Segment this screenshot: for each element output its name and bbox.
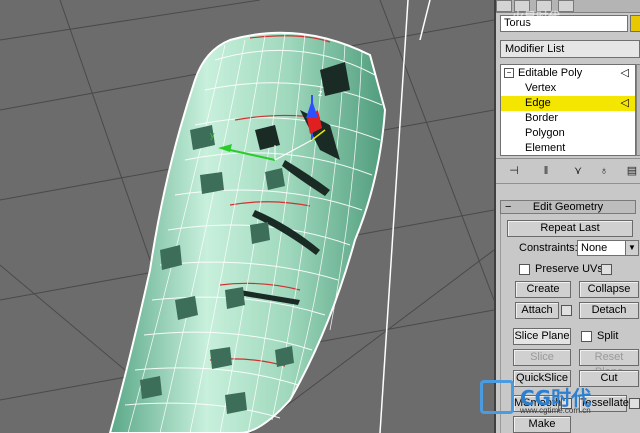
split-checkbox[interactable] [581, 331, 592, 342]
watermark-top: 火星时代 [512, 10, 561, 24]
attach-settings-icon[interactable] [561, 305, 572, 316]
stack-item-editable-poly[interactable]: − Editable Poly ◁ [501, 66, 635, 81]
edit-geometry-rollout-header[interactable]: − Edit Geometry [500, 200, 636, 214]
detach-button[interactable]: Detach [579, 302, 639, 319]
preserve-uvs-label: Preserve UVs [535, 263, 603, 275]
modifier-list-dropdown[interactable]: Modifier List [500, 40, 640, 58]
watermark-url: www.cgtime.com.cn [520, 406, 591, 415]
torus-mesh [108, 31, 387, 433]
preserve-uvs-checkbox[interactable] [519, 264, 530, 275]
command-panel: Torus Modifier List − Editable Poly ◁ Ver… [494, 0, 640, 433]
slice-button[interactable]: Slice [513, 349, 571, 366]
stack-item-edge[interactable]: Edge ◁ [501, 96, 635, 111]
perspective-viewport[interactable]: z y [0, 0, 494, 433]
collapse-button[interactable]: Collapse [579, 281, 639, 298]
make-unique-icon[interactable]: ⋎ [570, 163, 586, 179]
modifier-stack[interactable]: − Editable Poly ◁ Vertex Edge ◁ Border Po… [500, 64, 636, 156]
viewport-canvas[interactable]: z y [0, 0, 494, 433]
split-label: Split [597, 330, 619, 342]
stack-item-border[interactable]: Border [501, 111, 635, 126]
stack-item-polygon[interactable]: Polygon [501, 126, 635, 141]
create-tab-icon[interactable] [496, 0, 512, 12]
object-color-swatch[interactable] [630, 15, 640, 32]
chevron-down-icon: ▼ [625, 241, 638, 255]
attach-button[interactable]: Attach [515, 302, 559, 319]
create-button[interactable]: Create [515, 281, 571, 298]
svg-text:y: y [210, 130, 215, 140]
pin-stack-icon[interactable]: ⊣ [506, 163, 522, 179]
stack-item-vertex[interactable]: Vertex [501, 81, 635, 96]
constraints-label: Constraints: [519, 242, 578, 254]
motion-tab-icon[interactable] [558, 0, 574, 12]
repeat-last-button[interactable]: Repeat Last [507, 220, 633, 237]
configure-sets-icon[interactable]: ▤ [624, 163, 640, 179]
stack-item-element[interactable]: Element [501, 141, 635, 156]
tessellate-settings-icon[interactable] [629, 398, 640, 409]
preserve-uvs-settings-icon[interactable] [601, 264, 612, 275]
remove-modifier-icon[interactable]: ♁ [596, 163, 612, 179]
stack-toolbar: ⊣ ‖ ⋎ ♁ ▤ [496, 158, 640, 184]
watermark-bottom: CG时代 www.cgtime.com.cn [480, 380, 600, 430]
rollout-collapse-icon: − [505, 201, 512, 213]
reset-plane-button[interactable]: Reset Plane [579, 349, 639, 378]
cg-logo-icon [480, 380, 514, 414]
collapse-toggle-icon[interactable]: − [504, 68, 514, 79]
constraints-dropdown[interactable]: None ▼ [577, 240, 639, 256]
pin-icon: ◁ [620, 67, 629, 79]
stack-scrollbar[interactable] [636, 64, 640, 156]
show-end-result-icon[interactable]: ‖ [538, 163, 554, 179]
edge-level-icon: ◁ [620, 97, 629, 109]
slice-plane-button[interactable]: Slice Plane [513, 328, 571, 345]
svg-text:z: z [318, 88, 323, 98]
